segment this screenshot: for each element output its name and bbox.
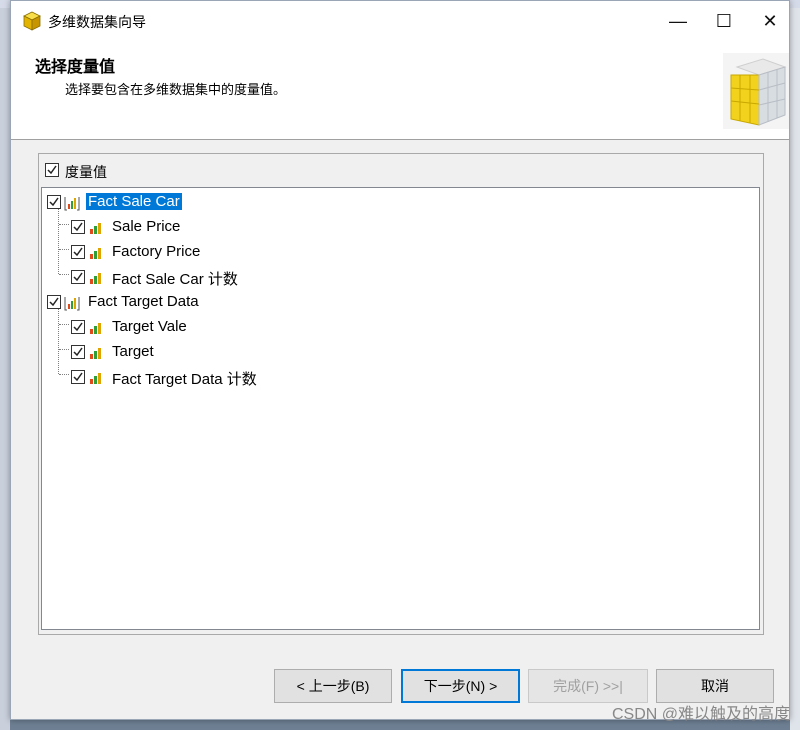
measure-checkbox[interactable] bbox=[71, 220, 85, 234]
measure-group-row[interactable]: Fact Target Data bbox=[42, 291, 342, 313]
measure-group-icon bbox=[64, 297, 80, 311]
background-app-left bbox=[0, 8, 10, 730]
measure-icon bbox=[90, 373, 101, 384]
measure-group-checkbox[interactable] bbox=[47, 295, 61, 309]
measure-group-icon bbox=[64, 197, 80, 211]
title-bar[interactable]: 多维数据集向导 — ☐ ✕ bbox=[11, 1, 789, 41]
close-button[interactable]: ✕ bbox=[747, 1, 793, 41]
measure-checkbox[interactable] bbox=[71, 270, 85, 284]
measure-row[interactable]: Fact Target Data 计数 bbox=[42, 366, 342, 388]
maximize-icon: ☐ bbox=[715, 10, 733, 31]
measure-label[interactable]: Fact Sale Car 计数 bbox=[110, 268, 240, 289]
finish-button[interactable]: 完成(F) >>| bbox=[528, 669, 648, 703]
cancel-button[interactable]: 取消 bbox=[656, 669, 774, 703]
cube-logo bbox=[723, 53, 789, 129]
checkmark-icon bbox=[73, 247, 83, 257]
measure-label[interactable]: Fact Target Data 计数 bbox=[110, 368, 259, 389]
measure-group-label[interactable]: Fact Sale Car bbox=[86, 193, 182, 210]
checkmark-icon bbox=[49, 197, 59, 207]
measure-group-row[interactable]: Fact Sale Car bbox=[42, 191, 342, 213]
cube-wizard-dialog: 多维数据集向导 — ☐ ✕ 选择度量值 选择要包含在多维数据集中的度量值。 度量… bbox=[10, 0, 790, 720]
next-button[interactable]: 下一步(N) > bbox=[401, 669, 520, 703]
window-title: 多维数据集向导 bbox=[48, 14, 146, 30]
minimize-icon: — bbox=[669, 10, 687, 31]
checkmark-icon bbox=[49, 297, 59, 307]
checkmark-icon bbox=[47, 165, 57, 175]
measure-icon bbox=[90, 348, 101, 359]
back-button[interactable]: < 上一步(B) bbox=[274, 669, 392, 703]
measure-checkbox[interactable] bbox=[71, 345, 85, 359]
wizard-header: 选择度量值 选择要包含在多维数据集中的度量值。 bbox=[11, 41, 789, 140]
measure-label[interactable]: Sale Price bbox=[110, 218, 182, 235]
measure-label[interactable]: Target Vale bbox=[110, 318, 189, 335]
measure-row[interactable]: Sale Price bbox=[42, 216, 342, 238]
measure-icon bbox=[90, 248, 101, 259]
measure-row[interactable]: Target bbox=[42, 341, 342, 363]
checkmark-icon bbox=[73, 222, 83, 232]
maximize-button[interactable]: ☐ bbox=[701, 1, 747, 41]
measure-row[interactable]: Fact Sale Car 计数 bbox=[42, 266, 342, 288]
measure-icon bbox=[90, 223, 101, 234]
page-title: 选择度量值 bbox=[35, 59, 116, 76]
minimize-button[interactable]: — bbox=[655, 1, 701, 41]
cube-icon bbox=[23, 11, 41, 31]
checkmark-icon bbox=[73, 347, 83, 357]
checkmark-icon bbox=[73, 372, 83, 382]
checkmark-icon bbox=[73, 272, 83, 282]
measure-label[interactable]: Factory Price bbox=[110, 243, 202, 260]
measure-row[interactable]: Factory Price bbox=[42, 241, 342, 263]
measure-checkbox[interactable] bbox=[71, 370, 85, 384]
measure-icon bbox=[90, 273, 101, 284]
watermark: CSDN @难以触及的高度 bbox=[611, 706, 790, 723]
page-subtitle: 选择要包含在多维数据集中的度量值。 bbox=[65, 82, 287, 97]
measure-icon bbox=[90, 323, 101, 334]
measures-panel-header: 度量值 bbox=[39, 154, 763, 184]
measure-checkbox[interactable] bbox=[71, 245, 85, 259]
measure-row[interactable]: Target Vale bbox=[42, 316, 342, 338]
background-app-right bbox=[790, 8, 800, 730]
measure-checkbox[interactable] bbox=[71, 320, 85, 334]
close-icon: ✕ bbox=[762, 10, 778, 31]
measures-label: 度量值 bbox=[65, 164, 107, 180]
measure-group-label[interactable]: Fact Target Data bbox=[86, 293, 201, 310]
measures-tree[interactable]: Fact Sale Car Sale Price Factory Price F… bbox=[41, 187, 760, 630]
measure-group-checkbox[interactable] bbox=[47, 195, 61, 209]
measures-checkbox[interactable] bbox=[45, 163, 59, 177]
measures-panel: 度量值 Fact Sale Car Sale Price Factory Pri… bbox=[38, 153, 764, 635]
measure-label[interactable]: Target bbox=[110, 343, 156, 360]
checkmark-icon bbox=[73, 322, 83, 332]
